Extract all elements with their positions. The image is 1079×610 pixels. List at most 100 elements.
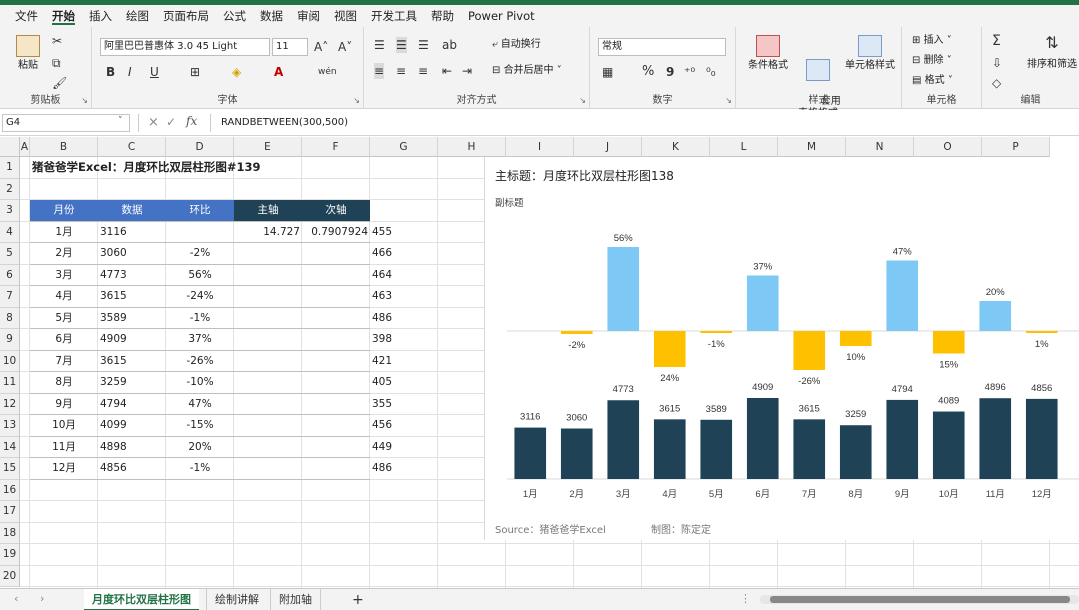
- g-cell[interactable]: 421: [370, 351, 438, 372]
- row-header-18[interactable]: 18: [0, 522, 20, 544]
- sub-axis-cell[interactable]: [302, 351, 370, 372]
- value-cell[interactable]: 4794: [98, 394, 166, 415]
- ratio-cell[interactable]: -26%: [166, 351, 234, 372]
- row-header-4[interactable]: 4: [0, 221, 20, 243]
- row-header-9[interactable]: 9: [0, 329, 20, 351]
- paste-button[interactable]: 粘贴: [10, 35, 46, 72]
- tab-sheet-2[interactable]: 绘制讲解: [206, 589, 267, 610]
- g-cell[interactable]: 456: [370, 415, 438, 436]
- alignment-launcher-icon[interactable]: ↘: [579, 96, 586, 105]
- table-header-0[interactable]: 月份: [30, 200, 98, 221]
- column-header-I[interactable]: I: [506, 137, 574, 157]
- g-cell[interactable]: 463: [370, 286, 438, 307]
- align-center-icon[interactable]: ≡: [396, 63, 406, 79]
- row-header-1[interactable]: 1: [0, 157, 20, 179]
- clear-icon[interactable]: ◇: [992, 75, 1001, 91]
- month-cell[interactable]: 10月: [30, 415, 98, 436]
- menu-tab-3[interactable]: 绘图: [119, 5, 156, 27]
- g-cell[interactable]: 398: [370, 329, 438, 350]
- main-axis-cell[interactable]: [234, 243, 302, 264]
- column-header-F[interactable]: F: [302, 137, 370, 157]
- column-header-O[interactable]: O: [914, 137, 982, 157]
- g-cell[interactable]: 466: [370, 243, 438, 264]
- tab-prev-icon[interactable]: ‹: [14, 592, 18, 605]
- bold-button[interactable]: B: [106, 64, 115, 80]
- conditional-format-button[interactable]: 条件格式: [742, 35, 794, 72]
- number-format-dropdown[interactable]: 常规: [598, 38, 726, 56]
- g-cell[interactable]: 455: [370, 222, 438, 243]
- sub-axis-cell[interactable]: [302, 243, 370, 264]
- add-sheet-button[interactable]: +: [352, 589, 364, 610]
- insert-cells-button[interactable]: ⊞ 插入 ˅: [912, 33, 952, 49]
- value-cell[interactable]: 4773: [98, 265, 166, 286]
- value-cell[interactable]: 3060: [98, 243, 166, 264]
- column-header-E[interactable]: E: [234, 137, 302, 157]
- column-header-A[interactable]: A: [20, 137, 30, 157]
- menu-tab-6[interactable]: 数据: [253, 5, 290, 27]
- row-header-3[interactable]: 3: [0, 200, 20, 222]
- menu-tab-4[interactable]: 页面布局: [156, 5, 216, 27]
- main-axis-cell[interactable]: [234, 437, 302, 458]
- cell-styles-button[interactable]: 单元格样式: [842, 35, 898, 72]
- month-cell[interactable]: 6月: [30, 329, 98, 350]
- font-size-dropdown[interactable]: 11: [272, 38, 308, 56]
- fill-icon[interactable]: ⇩: [992, 55, 1002, 71]
- main-axis-cell[interactable]: 14.727: [234, 222, 302, 243]
- decrease-decimal-icon[interactable]: ⁰₀: [706, 64, 716, 80]
- value-cell[interactable]: 3116: [98, 222, 166, 243]
- month-cell[interactable]: 8月: [30, 372, 98, 393]
- column-header-H[interactable]: H: [438, 137, 506, 157]
- g-cell[interactable]: 486: [370, 308, 438, 329]
- border-icon[interactable]: ⊞: [190, 64, 200, 80]
- ratio-cell[interactable]: -15%: [166, 415, 234, 436]
- grow-font-button[interactable]: A˄: [314, 39, 328, 55]
- sub-axis-cell[interactable]: [302, 329, 370, 350]
- sub-axis-cell[interactable]: [302, 458, 370, 479]
- formula-input[interactable]: RANDBETWEEN(300,500): [210, 114, 1070, 132]
- month-cell[interactable]: 12月: [30, 458, 98, 479]
- column-header-C[interactable]: C: [98, 137, 166, 157]
- menu-tab-5[interactable]: 公式: [216, 5, 253, 27]
- underline-button[interactable]: U: [150, 64, 159, 80]
- menu-tab-10[interactable]: 帮助: [424, 5, 461, 27]
- main-axis-cell[interactable]: [234, 308, 302, 329]
- sheet-title-cell[interactable]: 猪爸爸学Excel：月度环比双层柱形图#139: [30, 157, 330, 178]
- month-cell[interactable]: 5月: [30, 308, 98, 329]
- row-header-7[interactable]: 7: [0, 286, 20, 308]
- menu-tab-2[interactable]: 插入: [82, 5, 119, 27]
- column-header-B[interactable]: B: [30, 137, 98, 157]
- align-right-icon[interactable]: ≡: [418, 63, 428, 79]
- main-axis-cell[interactable]: [234, 351, 302, 372]
- ratio-cell[interactable]: -24%: [166, 286, 234, 307]
- sub-axis-cell[interactable]: [302, 372, 370, 393]
- main-axis-cell[interactable]: [234, 415, 302, 436]
- menu-tab-11[interactable]: Power Pivot: [461, 5, 542, 27]
- ratio-cell[interactable]: 20%: [166, 437, 234, 458]
- table-header-1[interactable]: 数据: [98, 200, 166, 221]
- comma-button[interactable]: 9: [666, 64, 674, 80]
- merge-center-button[interactable]: ⊟ 合并后居中 ˅: [492, 63, 562, 79]
- ratio-cell[interactable]: 47%: [166, 394, 234, 415]
- row-header-20[interactable]: 20: [0, 565, 20, 587]
- number-launcher-icon[interactable]: ↘: [725, 96, 732, 105]
- column-header-N[interactable]: N: [846, 137, 914, 157]
- value-cell[interactable]: 4856: [98, 458, 166, 479]
- font-color-icon[interactable]: A: [274, 64, 283, 80]
- row-header-12[interactable]: 12: [0, 393, 20, 415]
- month-cell[interactable]: 4月: [30, 286, 98, 307]
- select-all-corner[interactable]: [0, 137, 20, 157]
- clipboard-launcher-icon[interactable]: ↘: [81, 96, 88, 105]
- column-header-M[interactable]: M: [778, 137, 846, 157]
- name-box-dropdown-icon[interactable]: ˅: [118, 116, 123, 126]
- column-header-L[interactable]: L: [710, 137, 778, 157]
- value-cell[interactable]: 4898: [98, 437, 166, 458]
- month-cell[interactable]: 7月: [30, 351, 98, 372]
- column-header-J[interactable]: J: [574, 137, 642, 157]
- column-header-P[interactable]: P: [982, 137, 1050, 157]
- tab-sheet-1[interactable]: 月度环比双层柱形图: [84, 589, 199, 610]
- column-header-G[interactable]: G: [370, 137, 438, 157]
- menu-tab-0[interactable]: 文件: [8, 5, 45, 27]
- worksheet-grid[interactable]: ABCDEFGHIJKLMNOP 1 2 3 4 5 6 7 8 9 10 11 12 13 14 15 16…: [0, 137, 1079, 588]
- main-axis-cell[interactable]: [234, 394, 302, 415]
- sub-axis-cell[interactable]: [302, 308, 370, 329]
